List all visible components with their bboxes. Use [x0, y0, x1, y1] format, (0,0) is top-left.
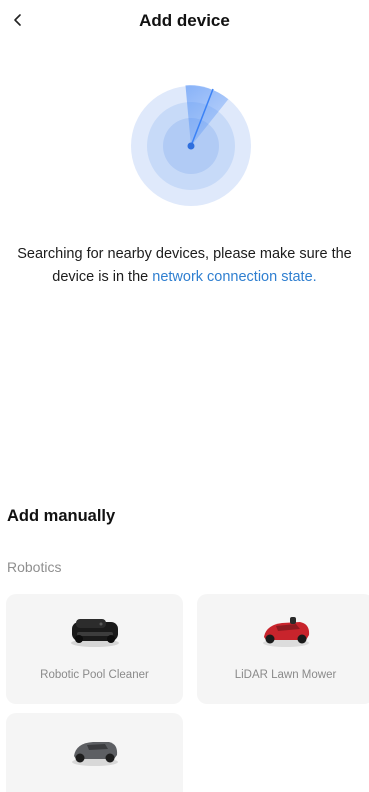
device-label-lidar-lawn-mower: LiDAR Lawn Mower [234, 669, 337, 681]
pool-cleaner-image [6, 610, 183, 650]
page-title: Add device [139, 11, 230, 30]
radar-scan-icon [131, 85, 251, 206]
search-message: Searching for nearby devices, please mak… [10, 243, 359, 289]
device-card-lidar-lawn-mower[interactable]: LiDAR Lawn Mower [197, 594, 369, 704]
lawn-mower-gray-image [6, 729, 183, 769]
device-card-pool-cleaner[interactable]: Robotic Pool Cleaner [6, 594, 183, 704]
lawn-mower-red-image [197, 610, 369, 650]
network-connection-state-link[interactable]: network connection state. [152, 269, 316, 285]
device-card-lawn-mower[interactable] [6, 713, 183, 792]
header: Add device [0, 0, 369, 44]
add-device-screen: Add device Searching for nearby devices,… [0, 0, 369, 792]
add-manually-heading: Add manually [7, 507, 116, 525]
device-label-pool-cleaner: Robotic Pool Cleaner [40, 669, 149, 681]
category-robotics-label: Robotics [7, 559, 62, 575]
